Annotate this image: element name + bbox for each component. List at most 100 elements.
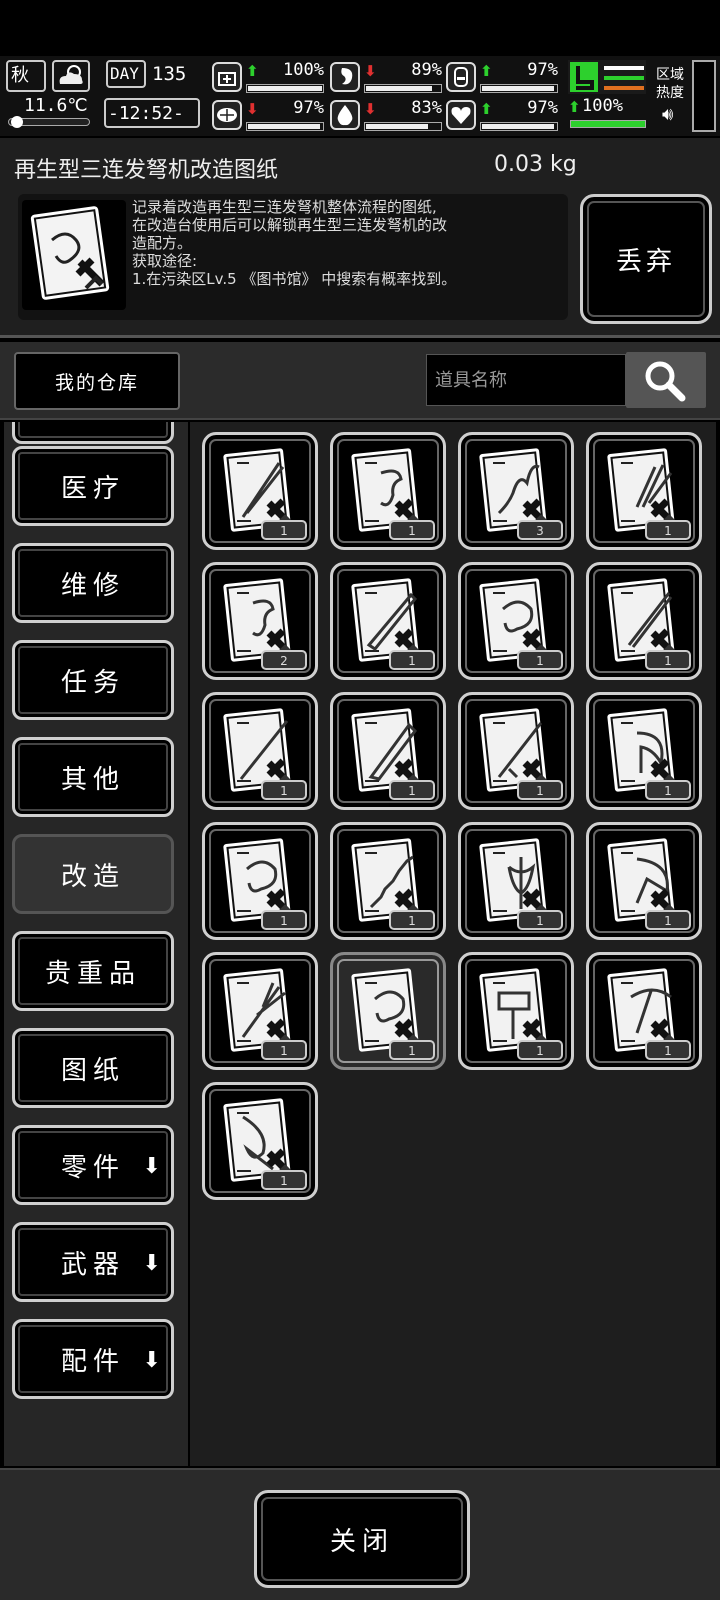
water-drop-icon (330, 100, 360, 130)
category-label: 零件 (60, 1152, 125, 1183)
inventory-slot[interactable]: 1 (202, 1082, 318, 1200)
trend-up-arrow-icon: ⬆ (480, 100, 493, 118)
hunger-value: 89% (411, 60, 442, 80)
brain-icon (212, 100, 242, 130)
item-count-badge: 2 (261, 650, 307, 670)
inventory-slot[interactable]: 1 (202, 692, 318, 810)
category-label: 维修 (60, 570, 125, 601)
inventory-slot[interactable]: 1 (330, 952, 446, 1070)
item-count-badge: 1 (389, 1040, 435, 1060)
category-item[interactable]: 改造 (12, 834, 174, 914)
running-leg-icon (570, 62, 644, 92)
category-item[interactable]: 医疗 (12, 446, 174, 526)
stomach-icon (330, 62, 360, 92)
item-count-badge: 1 (389, 520, 435, 540)
inventory-slot[interactable]: 1 (586, 952, 702, 1070)
inventory-slot[interactable]: 1 (586, 692, 702, 810)
category-item[interactable]: 零件 ⬇ (12, 1125, 174, 1205)
inventory-slot[interactable]: 1 (330, 692, 446, 810)
item-count-badge: 1 (261, 910, 307, 930)
inventory-slot[interactable]: 1 (458, 562, 574, 680)
category-item[interactable]: 武器 ⬇ (12, 1222, 174, 1302)
zone-heat-label: 区域 热度 (656, 67, 684, 101)
item-count-badge: 1 (261, 520, 307, 540)
category-sidebar[interactable]: 医疗 维修 任务 其他 改造 贵重品 图纸 零件 ⬇ 武器 ⬇ 配件 ⬇ (4, 422, 188, 1466)
clock-readout: -12:52- (108, 103, 184, 124)
sanity-bar (246, 122, 324, 131)
item-count-badge: 1 (517, 650, 563, 670)
status-bar: 秋 11.6℃ DAY 135 -12:52- ⬆ 100% ⬇ 89% ⬆ 9… (0, 56, 720, 136)
inventory-slot[interactable]: 1 (586, 562, 702, 680)
item-description-box: 记录着改造再生型三连发弩机整体流程的图纸, 在改造台使用后可以解锁再生型三连发弩… (18, 194, 568, 320)
discard-button[interactable]: 丢弃 (580, 194, 712, 324)
inventory-slot[interactable]: 1 (202, 952, 318, 1070)
trend-up-arrow-icon: ⬆ (480, 62, 493, 80)
hunger-bar (364, 84, 442, 93)
blueprint-crossbow-icon (22, 200, 126, 310)
category-label: 改造 (60, 861, 125, 892)
item-count-badge: 1 (261, 1040, 307, 1060)
day-label-box: DAY (106, 60, 146, 88)
category-label: 医疗 (60, 473, 125, 504)
day-label: DAY (110, 64, 139, 83)
trend-down-arrow-icon: ⬇ (364, 62, 377, 80)
inventory-slot[interactable]: 1 (458, 692, 574, 810)
inventory-slot[interactable]: 1 (458, 952, 574, 1070)
inventory-slot[interactable]: 1 (586, 432, 702, 550)
temperature-gauge (8, 116, 90, 128)
weather-cloud-sun-icon (52, 60, 90, 92)
stamina-value: 100% (582, 96, 623, 116)
category-partial[interactable] (12, 422, 174, 444)
trend-down-arrow-icon: ⬇ (364, 100, 377, 118)
expand-down-arrow-icon: ⬇ (142, 1154, 161, 1179)
item-count-badge: 3 (517, 520, 563, 540)
item-count-badge: 1 (645, 910, 691, 930)
inventory-slot[interactable]: 1 (202, 822, 318, 940)
inventory-slot[interactable]: 3 (458, 432, 574, 550)
item-count-badge: 1 (645, 520, 691, 540)
mood-bar (480, 122, 558, 131)
health-value: 100% (283, 60, 324, 80)
energy-bar (480, 84, 558, 93)
trend-down-arrow-icon: ⬇ (246, 100, 259, 118)
inventory-slot[interactable]: 1 (586, 822, 702, 940)
expand-down-arrow-icon: ⬇ (142, 1251, 161, 1276)
thirst-value: 83% (411, 98, 442, 118)
item-count-badge: 1 (261, 780, 307, 800)
battery-icon (446, 62, 476, 92)
inventory-slot[interactable]: 1 (330, 562, 446, 680)
item-search-input[interactable] (426, 354, 626, 406)
category-item[interactable]: 配件 ⬇ (12, 1319, 174, 1399)
item-grid[interactable]: 1 1 3 1 2 1 1 1 1 1 1 1 1 1 1 1 1 1 1 1 1 (190, 422, 716, 1466)
search-button[interactable] (626, 352, 706, 408)
speaker-icon[interactable]: 🔊︎ (662, 104, 673, 125)
season-badge: 秋 (6, 60, 46, 92)
stamina-bar (570, 120, 646, 128)
inventory-slot[interactable]: 2 (202, 562, 318, 680)
stat-hunger: ⬇ 89% (330, 60, 442, 98)
item-count-badge: 1 (389, 910, 435, 930)
energy-value: 97% (527, 60, 558, 80)
search-icon (645, 361, 686, 402)
category-label: 任务 (60, 667, 125, 698)
item-count-badge: 1 (389, 650, 435, 670)
temperature-readout: 11.6℃ (24, 95, 88, 116)
item-description: 记录着改造再生型三连发弩机整体流程的图纸, 在改造台使用后可以解锁再生型三连发弩… (132, 198, 457, 288)
my-storage-button[interactable]: 我的仓库 (14, 352, 180, 410)
inventory-slot[interactable]: 1 (330, 822, 446, 940)
inventory-slot[interactable]: 1 (202, 432, 318, 550)
item-title: 再生型三连发弩机改造图纸 (14, 158, 279, 183)
expand-down-arrow-icon: ⬇ (142, 1348, 161, 1373)
stat-sanity: ⬇ 97% (212, 98, 324, 136)
category-item[interactable]: 其他 (12, 737, 174, 817)
stamina-indicator (568, 60, 646, 94)
category-item[interactable]: 任务 (12, 640, 174, 720)
category-item[interactable]: 图纸 (12, 1028, 174, 1108)
health-bar (246, 84, 324, 93)
close-button[interactable]: 关闭 (254, 1490, 470, 1588)
category-item[interactable]: 贵重品 (12, 931, 174, 1011)
inventory-slot[interactable]: 1 (330, 432, 446, 550)
category-item[interactable]: 维修 (12, 543, 174, 623)
item-weight: 0.03 kg (494, 152, 577, 177)
inventory-slot[interactable]: 1 (458, 822, 574, 940)
